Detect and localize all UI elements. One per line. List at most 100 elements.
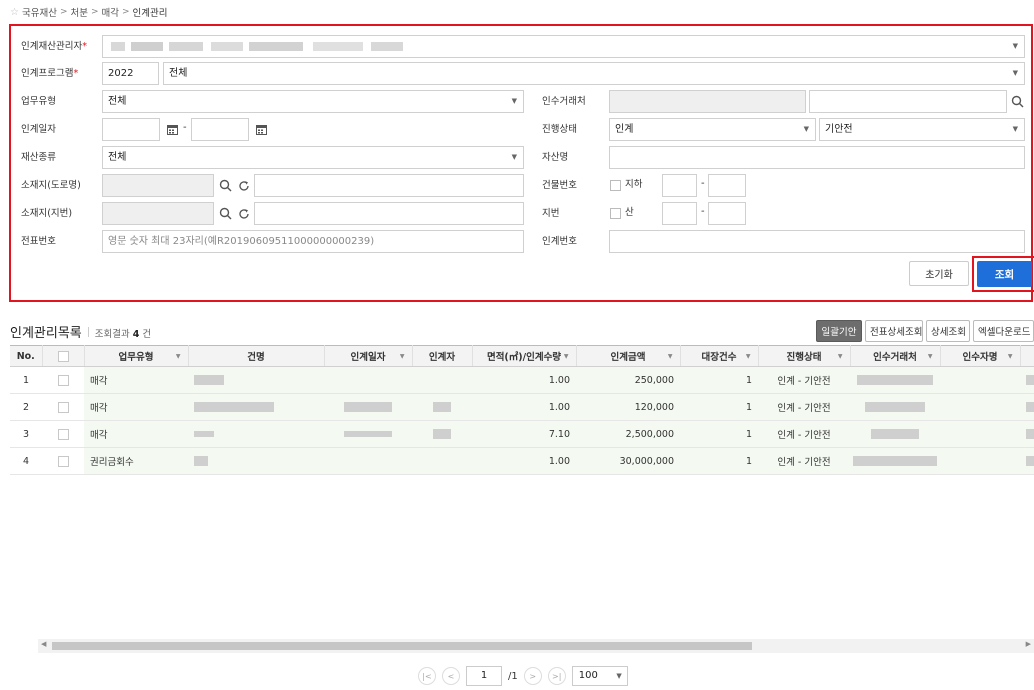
prev-page-icon[interactable]: <	[442, 667, 460, 685]
basement-checkbox[interactable]	[610, 180, 621, 191]
col-no[interactable]: No.	[10, 345, 43, 367]
breadcrumb-item[interactable]: 처분	[70, 5, 87, 19]
col-area-label: 면적(㎡)/인계수량	[486, 352, 562, 363]
handover-no-input[interactable]	[609, 230, 1025, 253]
lot-addr-reset-button[interactable]	[234, 202, 254, 225]
manager-label: 인계재산관리자*	[21, 41, 87, 52]
chevron-down-icon[interactable]: ▼	[928, 353, 933, 360]
table-row[interactable]: 3 매각 7.10 2,500,000 1 인계 - 기안전	[10, 420, 1034, 448]
cell-date	[324, 420, 412, 448]
bulk-draft-button[interactable]: 일괄기안	[816, 320, 862, 342]
cell-no: 4	[10, 447, 42, 475]
search-button[interactable]: 조회	[977, 261, 1032, 287]
progress-select-1[interactable]: 인계 ▼	[609, 118, 816, 141]
receiver-search-button[interactable]	[1007, 90, 1027, 113]
cell-amount: 250,000	[576, 366, 680, 394]
col-receiver-name[interactable]: 인수자명 ▼	[940, 345, 1021, 367]
row-checkbox[interactable]	[57, 455, 69, 467]
cell-select[interactable]	[42, 420, 84, 448]
row-checkbox[interactable]	[57, 428, 69, 440]
excel-download-button[interactable]: 엑셀다운로드	[973, 320, 1034, 342]
detail-button[interactable]: 상세조회	[926, 320, 970, 342]
calendar-button[interactable]	[162, 118, 182, 141]
cell-receiver-name	[940, 366, 1020, 394]
basement-label: 지하	[625, 179, 643, 190]
cell-ledger-count: 1	[680, 366, 758, 394]
cell-extra	[1020, 393, 1034, 421]
date-separator: -	[183, 122, 187, 133]
col-handler[interactable]: 인계자	[412, 345, 473, 367]
horizontal-scrollbar[interactable]: ◀ ▶	[38, 639, 1034, 653]
last-page-icon[interactable]: >|	[547, 667, 566, 685]
road-addr-detail-input[interactable]	[254, 174, 524, 197]
star-icon[interactable]: ☆	[10, 7, 19, 18]
asset-kind-select[interactable]: 전체 ▼	[102, 146, 524, 169]
col-title[interactable]: 건명	[188, 345, 325, 367]
road-addr-label: 소재지(도로명)	[21, 180, 81, 191]
col-date[interactable]: 인계일자 ▼	[324, 345, 413, 367]
table-row[interactable]: 1 매각 1.00 250,000 1 인계 - 기안전	[10, 366, 1034, 394]
voucher-detail-button[interactable]: 전표상세조회	[865, 320, 923, 342]
col-area[interactable]: 면적(㎡)/인계수량 ▼	[472, 345, 577, 367]
receiver-name-input[interactable]	[809, 90, 1007, 113]
col-status[interactable]: 진행상태 ▼	[758, 345, 851, 367]
manager-select[interactable]: ▼	[102, 35, 1025, 58]
cell-select[interactable]	[42, 447, 84, 475]
breadcrumb: ☆ 국유재산 > 처분 > 매각 > 인계관리	[10, 5, 168, 20]
breadcrumb-item[interactable]: 국유재산	[22, 5, 57, 19]
scrollbar-thumb[interactable]	[52, 642, 752, 650]
cell-select[interactable]	[42, 393, 84, 421]
col-amount-label: 인계금액	[610, 352, 646, 363]
col-work-type[interactable]: 업무유형 ▼	[84, 345, 189, 367]
progress-value-2: 기안전	[825, 124, 853, 135]
chevron-down-icon[interactable]: ▼	[746, 353, 751, 360]
cell-area: 1.00	[472, 447, 576, 475]
next-page-icon[interactable]: >	[523, 667, 542, 685]
cell-amount: 30,000,000	[576, 447, 680, 475]
page-size-select[interactable]: 100 ▼	[571, 666, 628, 686]
building-main-no-input[interactable]	[662, 174, 697, 197]
lot-main-no-input[interactable]	[662, 202, 697, 225]
select-all-checkbox[interactable]	[57, 350, 69, 362]
chevron-down-icon[interactable]: ▼	[838, 353, 843, 360]
chevron-down-icon[interactable]: ▼	[668, 353, 673, 360]
col-select[interactable]	[42, 345, 85, 367]
table-row[interactable]: 4 권리금회수 1.00 30,000,000 1 인계 - 기안전	[10, 447, 1034, 475]
table-row[interactable]: 2 매각 1.00 120,000 1 인계 - 기안전	[10, 393, 1034, 421]
mountain-checkbox[interactable]	[610, 208, 621, 219]
work-type-select[interactable]: 전체 ▼	[102, 90, 524, 113]
col-receiver[interactable]: 인수거래처 ▼	[850, 345, 941, 367]
calendar-button[interactable]	[251, 118, 271, 141]
road-addr-reset-button[interactable]	[234, 174, 254, 197]
chevron-down-icon[interactable]: ▼	[564, 353, 569, 360]
asset-name-input[interactable]	[609, 146, 1025, 169]
chevron-down-icon[interactable]: ▼	[400, 353, 405, 360]
scroll-right-icon[interactable]: ▶	[1026, 640, 1031, 648]
pagination: |< < 1 /1 > >| 100 ▼	[418, 665, 628, 687]
voucher-input[interactable]: 영문 숫자 최대 23자리(예R20190609511000000000239)	[102, 230, 524, 253]
cell-extra	[1020, 420, 1034, 448]
col-amount[interactable]: 인계금액 ▼	[576, 345, 681, 367]
building-sub-no-input[interactable]	[708, 174, 746, 197]
row-checkbox[interactable]	[57, 401, 69, 413]
program-year-input[interactable]: 2022	[102, 62, 159, 85]
date-to-input[interactable]	[191, 118, 249, 141]
breadcrumb-item[interactable]: 매각	[102, 5, 119, 19]
first-page-icon[interactable]: |<	[418, 667, 436, 685]
cell-select[interactable]	[42, 366, 84, 394]
chevron-down-icon[interactable]: ▼	[176, 353, 181, 360]
page-number-input[interactable]: 1	[466, 666, 502, 686]
progress-value-1: 인계	[615, 124, 634, 135]
program-select[interactable]: 전체 ▼	[163, 62, 1025, 85]
lot-sub-no-input[interactable]	[708, 202, 746, 225]
lot-addr-search-button[interactable]	[215, 202, 235, 225]
col-ledger-count[interactable]: 대장건수 ▼	[680, 345, 759, 367]
progress-select-2[interactable]: 기안전 ▼	[819, 118, 1025, 141]
row-checkbox[interactable]	[57, 374, 69, 386]
reset-button[interactable]: 초기화	[909, 261, 969, 286]
date-from-input[interactable]	[102, 118, 160, 141]
chevron-down-icon[interactable]: ▼	[1008, 353, 1013, 360]
scroll-left-icon[interactable]: ◀	[41, 640, 46, 648]
lot-addr-detail-input[interactable]	[254, 202, 524, 225]
road-addr-search-button[interactable]	[215, 174, 235, 197]
